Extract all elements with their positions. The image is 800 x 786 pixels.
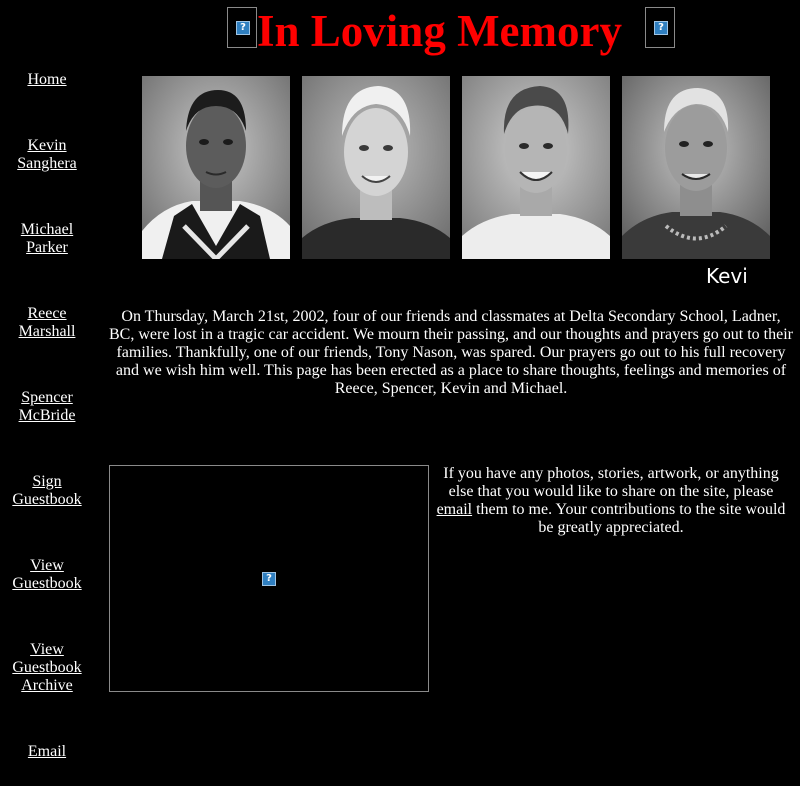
broken-image-left: ?: [227, 7, 257, 48]
nav-sign-guestbook[interactable]: Sign Guestbook: [0, 473, 94, 509]
nav-view-guestbook-archive[interactable]: View Guestbook Archive: [0, 641, 94, 695]
portrait-photo-2-image: [302, 76, 450, 259]
intro-paragraph: On Thursday, March 21st, 2002, four of o…: [108, 308, 793, 397]
email-link[interactable]: email: [437, 501, 473, 518]
broken-image-icon: ?: [654, 21, 668, 35]
broken-image-icon: ?: [236, 21, 250, 35]
portrait-photo-3-image: [462, 76, 610, 259]
portrait-photo-4-image: [622, 76, 770, 259]
portrait-photo-3: [462, 76, 610, 259]
page-title: In Loving Memory: [257, 6, 622, 56]
nav-michael-parker[interactable]: Michael Parker: [0, 221, 94, 257]
scrolling-name-text: Kevi: [706, 264, 748, 288]
portrait-photo-2: [302, 76, 450, 259]
share-paragraph: If you have any photos, stories, artwork…: [430, 465, 792, 537]
nav-home[interactable]: Home: [0, 71, 94, 89]
nav-kevin-sanghera[interactable]: Kevin Sanghera: [0, 137, 94, 173]
portrait-photo-4: [622, 76, 770, 259]
broken-image-right: ?: [645, 7, 675, 48]
portrait-photo-1-image: [142, 76, 290, 259]
share-text-before: If you have any photos, stories, artwork…: [443, 465, 779, 500]
portrait-photo-1: [142, 76, 290, 259]
nav-email[interactable]: Email: [0, 743, 94, 761]
nav-reece-marshall[interactable]: Reece Marshall: [0, 305, 94, 341]
broken-image-box: ?: [109, 465, 429, 692]
nav-view-guestbook[interactable]: View Guestbook: [0, 557, 94, 593]
broken-image-icon: ?: [262, 572, 276, 586]
share-text-after: them to me. Your contributions to the si…: [472, 501, 786, 536]
nav-spencer-mcbride[interactable]: Spencer McBride: [0, 389, 94, 425]
